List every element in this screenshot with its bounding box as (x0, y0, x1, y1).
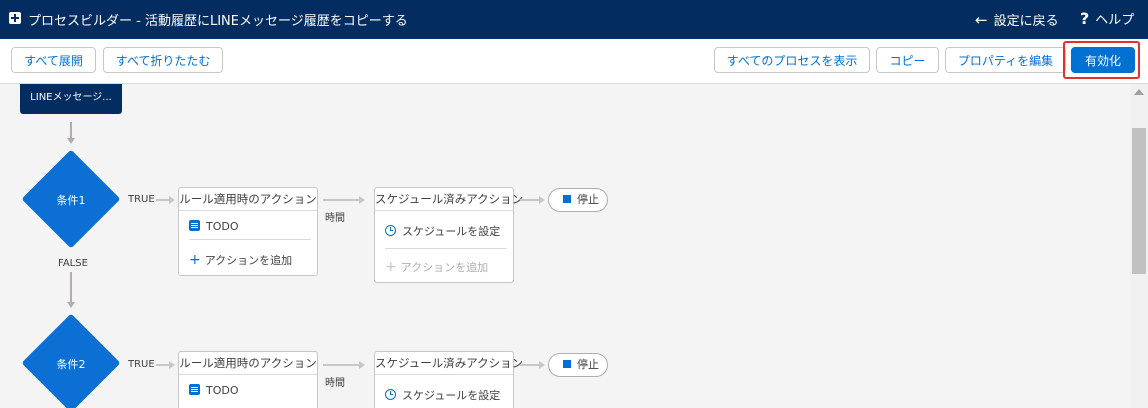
set-schedule-link[interactable]: スケジュールを設定 (385, 387, 500, 403)
expand-all-button[interactable]: すべて展開 (11, 47, 96, 73)
connector-line (323, 199, 359, 201)
arrow-right-icon (169, 196, 175, 204)
arrow-right-icon (539, 361, 545, 369)
condition-1-label: 条件1 (56, 194, 86, 207)
todo-action-item[interactable]: TODO (189, 220, 239, 233)
arrow-right-icon (539, 196, 545, 204)
vertical-scrollbar[interactable] (1130, 84, 1148, 408)
condition-2-label: 条件2 (56, 358, 86, 371)
copy-button[interactable]: コピー (876, 47, 939, 73)
immediate-actions-header: ルール適用時のアクション (179, 188, 317, 211)
connector-line (156, 199, 170, 201)
arrow-left-icon: ← (975, 11, 988, 29)
set-schedule-label: スケジュールを設定 (402, 389, 501, 402)
page-title: プロセスビルダー - 活動履歴にLINEメッセージ履歴をコピーする (28, 14, 408, 29)
condition-1-time-label: 時間 (325, 213, 345, 224)
add-action-label: アクションを追加 (204, 254, 293, 267)
arrow-right-icon (359, 361, 365, 369)
condition-1-scheduled-actions: スケジュール済みアクション スケジュールを設定 + アクションを追加 (374, 187, 523, 283)
condition-1-false-label: FALSE (58, 258, 88, 269)
plus-icon: + (189, 252, 201, 268)
todo-action-label: TODO (206, 220, 239, 233)
start-node[interactable]: LINEメッセージ... (20, 84, 122, 114)
help-label: ヘルプ (1095, 13, 1135, 28)
condition-1-stop-node[interactable]: 停止 (548, 188, 608, 212)
scheduled-actions-header: スケジュール済みアクション (375, 352, 523, 375)
immediate-actions-header: ルール適用時のアクション (179, 352, 317, 375)
divider (189, 239, 311, 240)
connector-line (70, 122, 72, 138)
connector-line (520, 199, 540, 201)
collapse-all-button[interactable]: すべて折りたたむ (103, 47, 223, 73)
toolbar: すべて展開 すべて折りたたむ すべてのプロセスを表示 コピー プロパティを編集 … (0, 39, 1148, 84)
arrow-down-icon (67, 302, 75, 308)
condition-2-stop-node[interactable]: 停止 (548, 353, 608, 377)
task-icon (189, 220, 200, 231)
plus-icon: + (385, 259, 397, 275)
stop-icon (563, 360, 571, 368)
condition-1-immediate-actions: ルール適用時のアクション TODO + アクションを追加 (178, 187, 318, 276)
divider (385, 248, 507, 249)
stop-label: 停止 (577, 358, 599, 371)
scheduled-actions-header: スケジュール済みアクション (375, 188, 523, 211)
app-header: プロセスビルダー - 活動履歴にLINEメッセージ履歴をコピーする ← 設定に戻る… (0, 0, 1148, 39)
task-icon (189, 384, 200, 395)
clock-icon (385, 225, 396, 236)
scheduled-add-action-label: アクションを追加 (400, 261, 489, 274)
stop-icon (563, 195, 571, 203)
arrow-right-icon (169, 361, 175, 369)
todo-action-label: TODO (206, 384, 239, 397)
set-schedule-link[interactable]: スケジュールを設定 (385, 223, 500, 239)
condition-1-true-label: TRUE (128, 194, 155, 205)
help-link[interactable]: ? ヘルプ (1080, 9, 1134, 28)
clock-icon (385, 389, 396, 400)
condition-2-immediate-actions: ルール適用時のアクション TODO (178, 351, 318, 408)
scroll-up-arrow-icon[interactable] (1134, 89, 1144, 95)
connector-line (520, 364, 540, 366)
condition-2-time-label: 時間 (325, 378, 345, 389)
back-to-setup-label: 設定に戻る (993, 14, 1059, 29)
show-all-processes-button[interactable]: すべてのプロセスを表示 (714, 47, 870, 73)
condition-2-scheduled-actions: スケジュール済みアクション スケジュールを設定 (374, 351, 523, 408)
edit-properties-button[interactable]: プロパティを編集 (945, 47, 1066, 73)
connector-line (70, 272, 72, 302)
process-builder-icon (9, 12, 21, 24)
process-canvas: LINEメッセージ... 条件1 TRUE ルール適用時のアクション TODO … (0, 84, 1130, 408)
set-schedule-label: スケジュールを設定 (402, 225, 501, 238)
add-action-link[interactable]: + アクションを追加 (189, 252, 292, 268)
help-icon: ? (1080, 9, 1090, 28)
arrow-down-icon (67, 138, 75, 144)
scheduled-add-action-link[interactable]: + アクションを追加 (385, 259, 488, 275)
back-to-setup-link[interactable]: ← 設定に戻る (975, 10, 1059, 29)
condition-2-true-label: TRUE (128, 359, 155, 370)
connector-line (323, 364, 359, 366)
scrollbar-thumb[interactable] (1132, 128, 1146, 274)
stop-label: 停止 (577, 193, 599, 206)
arrow-right-icon (359, 196, 365, 204)
activate-highlight-box (1063, 41, 1140, 79)
todo-action-item[interactable]: TODO (189, 384, 239, 397)
connector-line (156, 364, 170, 366)
